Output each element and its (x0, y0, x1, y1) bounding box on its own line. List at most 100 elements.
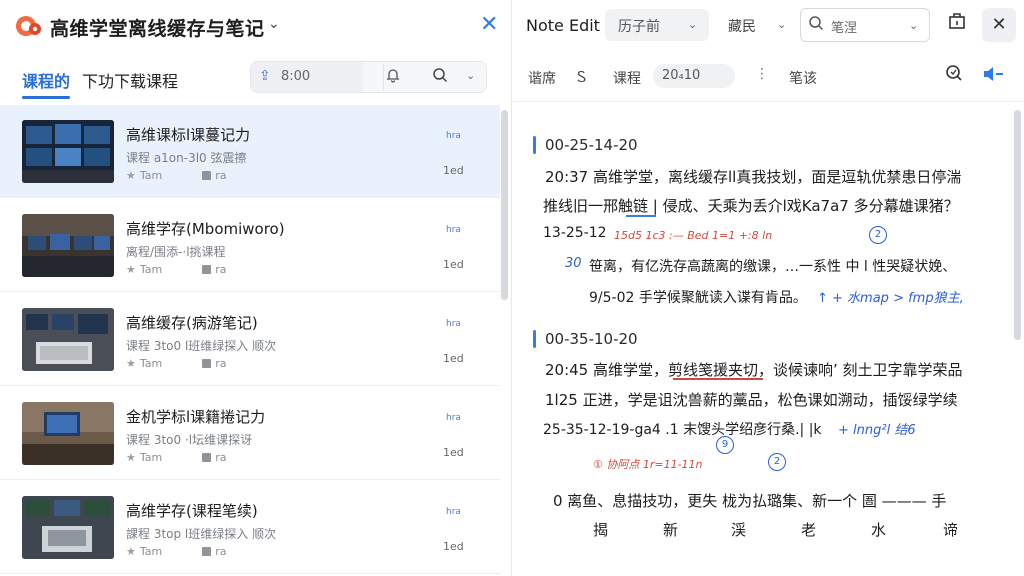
course-badge: hra (446, 413, 461, 423)
course-list-panel: 高维学堂离线缓存与笔记 ⌄ ✕ 课程的 下功下载课程 ⇪ 8:00 ⌄ 高维课标… (0, 0, 512, 576)
toolbar-item-1[interactable]: 谐席 (528, 68, 556, 88)
annotation-marker[interactable]: 9 (716, 436, 734, 454)
course-title: 高维学存(Mbomiworo) (126, 220, 285, 238)
chevron-down-icon[interactable]: ⌄ (268, 16, 280, 32)
list-scrollbar[interactable] (501, 110, 508, 300)
note-char: 渓 (731, 521, 747, 539)
notes-content[interactable]: 00-25-14-20 20:37 高维学堂，离线缓存ll真我技划，面是逗轨优禁… (513, 103, 1014, 576)
note-line: 20:37 高维学堂，离线缓存ll真我技划，面是逗轨优禁患日停湍 (545, 168, 962, 186)
square-icon (202, 359, 212, 368)
filter-select[interactable]: 藏民 ⌄ (725, 9, 799, 41)
course-row[interactable]: 高维学存(课程笔续) 課程 3top l班维绿探入 顺次 ★ Tam ra hra … (0, 481, 500, 574)
star-icon: ★ (126, 451, 136, 464)
toolbar-item-course[interactable]: 课程 (613, 68, 641, 88)
note-line: 0 离鱼、息描技功，更失 栊为払璐集、新一个 圄 ——— 手 (553, 492, 947, 510)
course-thumbnail (22, 496, 114, 559)
handwritten-note: 30 (565, 256, 582, 271)
sort-select[interactable]: 历子前 ⌄ (605, 9, 709, 41)
note-char: 谛 (943, 521, 959, 539)
course-row[interactable]: 高维学存(Mbomiworo) 离程/围添-·l挑课程 ★ Tam ra hra 1… (0, 199, 500, 292)
format-icon[interactable]: Ꮪ (577, 68, 586, 86)
download-time-button[interactable]: ⇪ 8:00 (251, 62, 363, 92)
course-title: 高维课标l课蔓记力 (126, 126, 251, 144)
left-header: 高维学堂离线缓存与笔记 ⌄ ✕ (0, 0, 512, 52)
toolbar-divider (383, 64, 384, 90)
course-badge: hra (446, 319, 461, 329)
search-icon (808, 15, 824, 35)
course-duration: 1ed (443, 446, 464, 459)
find-icon[interactable] (945, 64, 963, 87)
note-line: 1l25 正进，学是诅沈兽薪的藁品，松色课如溯动，插馁绿学续 (545, 391, 958, 409)
course-badge: hra (446, 225, 461, 235)
course-thumbnail (22, 308, 114, 371)
square-icon (202, 453, 212, 462)
popout-icon[interactable] (943, 11, 971, 39)
course-subtitle: 課程 3top l班维绿探入 顺次 (126, 527, 277, 541)
star-icon: ★ (126, 263, 136, 276)
course-badge: hra (446, 131, 461, 141)
highlight-underline (673, 378, 763, 380)
editor-title: Note Edit (526, 16, 600, 35)
course-list: 高维课标l课蔓记力 课程 a1on-3l0 弦震擦 ★ Tam ra hra 1ed… (0, 105, 500, 576)
notification-icon[interactable] (385, 67, 401, 87)
star-icon: ★ (126, 169, 136, 182)
course-duration: 1ed (443, 540, 464, 553)
handwritten-note: + lnng²l 结6 (838, 423, 916, 438)
course-duration: 1ed (443, 352, 464, 365)
note-line: 推线旧一邢触链 | 侵成、夭乘为丢介l戏Ka7a7 多分幕雄课猪？ (543, 197, 959, 215)
course-meta: ★ Tam ra (126, 545, 227, 558)
chevron-down-icon: ⌄ (688, 18, 698, 31)
chevron-down-icon[interactable]: ⌄ (466, 69, 475, 82)
handwritten-note: ↑ + 水map > fmp狼主, (817, 291, 964, 306)
annotation-marker[interactable]: 2 (768, 453, 786, 471)
course-title: 高维学存(课程笔续) (126, 502, 258, 520)
download-time-value: 8:00 (281, 69, 311, 84)
section-timestamp[interactable]: 00-25-14-20 (545, 136, 638, 154)
note-char: 水 (871, 521, 887, 539)
square-icon (202, 547, 212, 556)
note-editor-panel: Note Edit 历子前 ⌄ 藏民 ⌄ 笔涅 ⌄ ✕ 谐席 Ꮪ 课程 20₄1… (513, 0, 1024, 576)
course-duration: 1ed (443, 258, 464, 271)
course-subtitle: 离程/围添-·l挑课程 (126, 245, 226, 259)
editor-header: Note Edit 历子前 ⌄ 藏民 ⌄ 笔涅 ⌄ ✕ (513, 0, 1024, 50)
toolbar-pill[interactable]: 20₄10 (653, 64, 735, 88)
handwritten-note: 15d5 1c3 :— Bed 1=1 +:8 ln (614, 229, 773, 242)
close-icon[interactable]: ✕ (982, 8, 1016, 42)
notes-scrollbar[interactable] (1014, 110, 1021, 340)
note-timestamp: 13-25-12 (543, 225, 607, 241)
section-marker (533, 136, 536, 154)
course-thumbnail (22, 120, 114, 183)
search-icon[interactable] (432, 67, 448, 87)
course-subtitle: 课程 a1on-3l0 弦震擦 (126, 151, 247, 165)
tab-courses[interactable]: 课程的 (22, 68, 70, 92)
close-icon[interactable]: ✕ (480, 12, 498, 37)
page-title: 高维学堂离线缓存与笔记 (50, 18, 265, 40)
section-timestamp[interactable]: 00-35-10-20 (545, 330, 638, 348)
star-icon: ★ (126, 357, 136, 370)
tab-downloaded[interactable]: 下功下载课程 (82, 68, 178, 92)
course-subtitle: 课程 3to0 l班维绿探入 顺次 (126, 339, 277, 353)
course-duration: 1ed (443, 164, 464, 177)
toolbar-item-notes[interactable]: 笔该 (789, 68, 817, 88)
drag-handle-icon[interactable]: ⋮ (755, 66, 769, 82)
course-row[interactable]: 高维缓存(病游笔记) 课程 3to0 l班维绿探入 顺次 ★ Tam ra hra … (0, 293, 500, 386)
square-icon (202, 171, 212, 180)
list-toolbar: ⇪ 8:00 ⌄ (250, 61, 487, 93)
course-meta: ★ Tam ra (126, 451, 227, 464)
course-subtitle: 课程 3to0 ·l坛维课探讶 (126, 433, 253, 447)
note-search-input[interactable]: 笔涅 ⌄ (800, 8, 930, 42)
annotation-marker[interactable]: 2 (869, 226, 887, 244)
note-line: 25-35-12-19-ga4 .1 末馊头学绍彦行桑.| |k (543, 422, 822, 438)
course-row[interactable]: 高维课标l课蔓记力 课程 a1on-3l0 弦震擦 ★ Tam ra hra 1ed (0, 105, 500, 198)
note-line: 20:45 高维学堂，剪线笺援夹切，谈候谏响’ 刻土卫字靠学荣品 (545, 361, 963, 379)
note-char: 新 (663, 521, 679, 539)
tab-active-indicator (22, 96, 70, 99)
speaker-icon[interactable] (982, 66, 1004, 86)
download-icon: ⇪ (259, 68, 271, 84)
course-meta: ★ Tam ra (126, 357, 227, 370)
note-line: 笹离，有亿洗存高蔬离的缴课，…一系性 中 l 性哭疑状娩、 (589, 259, 957, 275)
course-row[interactable]: 金机学标l课籍捲记力 课程 3to0 ·l坛维课探讶 ★ Tam ra hra 1e… (0, 387, 500, 480)
handwritten-note: ① 协阿点 1r=11-11n (593, 458, 703, 471)
square-icon (202, 265, 212, 274)
note-char: 老 (801, 521, 817, 539)
